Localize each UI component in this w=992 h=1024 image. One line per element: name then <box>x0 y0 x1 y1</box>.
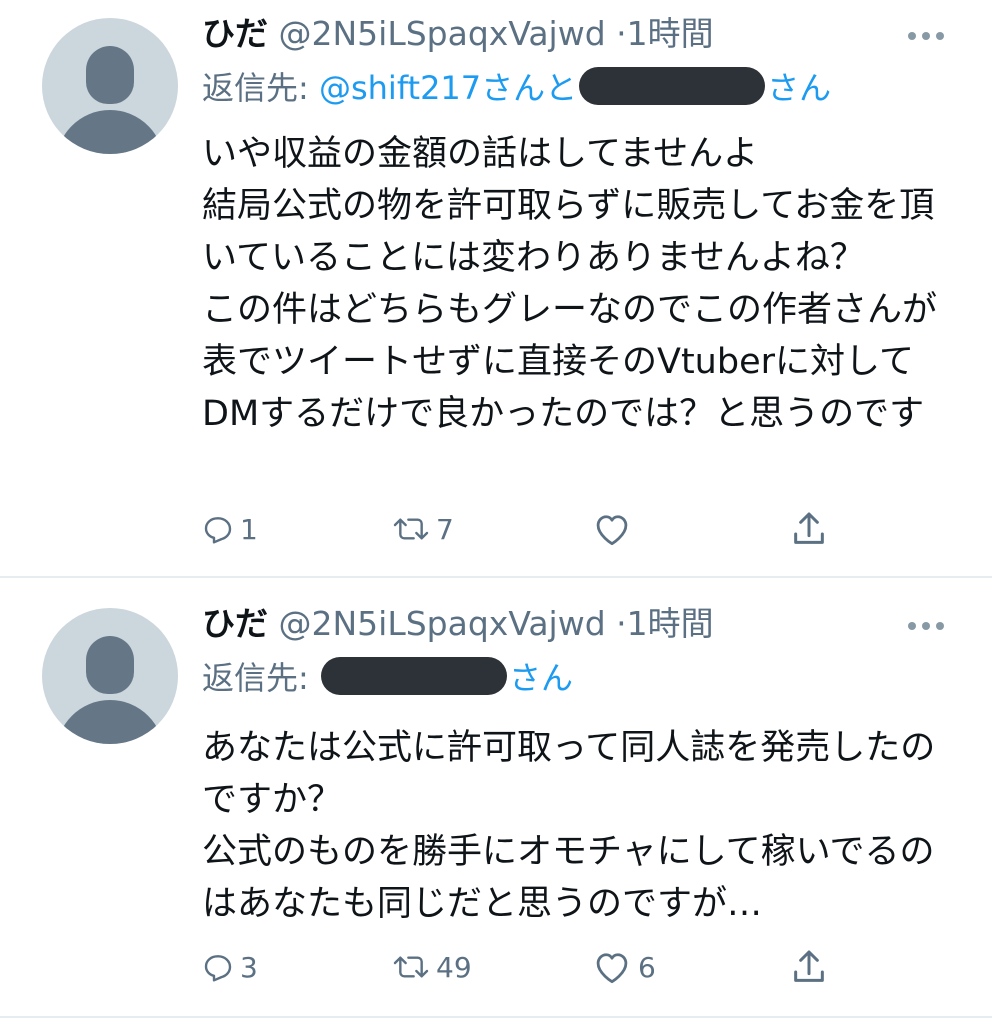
timestamp[interactable]: 1時間 <box>627 14 714 53</box>
retweet-count: 7 <box>436 512 454 546</box>
replying-to-label: 返信先: <box>202 659 309 697</box>
share-icon <box>794 950 824 982</box>
reply-button[interactable]: 1 <box>202 504 258 554</box>
share-icon <box>794 512 824 544</box>
author-name[interactable]: ひだ <box>202 604 268 643</box>
more-icon[interactable] <box>908 622 944 632</box>
reply-count: 3 <box>240 950 258 984</box>
replying-to: 返信先: @shift217さんと さん <box>202 66 831 110</box>
retweet-button[interactable]: 7 <box>392 504 454 554</box>
reply-mention-suffix[interactable]: さん <box>767 69 831 107</box>
reply-mention[interactable]: @shift217さんと <box>319 69 577 107</box>
tweet-actions: 1 7 <box>0 504 992 554</box>
reply-mention-suffix[interactable]: さん <box>509 659 573 697</box>
retweet-button[interactable]: 49 <box>392 942 472 992</box>
retweet-count: 49 <box>436 950 472 984</box>
avatar[interactable] <box>42 608 178 744</box>
replying-to-label: 返信先: <box>202 69 309 107</box>
avatar-head <box>86 46 134 104</box>
avatar-body <box>56 110 164 154</box>
redacted-username <box>579 67 766 105</box>
tweet-divider <box>0 1016 992 1018</box>
like-button[interactable]: 6 <box>592 942 656 992</box>
tweet[interactable]: ひだ @2N5iLSpaqxVajwd ·1時間 返信先: さん あなたは公式に… <box>0 578 992 1016</box>
reply-count: 1 <box>240 512 258 546</box>
redacted-username <box>320 657 507 695</box>
like-button[interactable] <box>592 504 638 554</box>
like-icon <box>596 515 628 546</box>
author-name[interactable]: ひだ <box>202 14 268 53</box>
timestamp[interactable]: 1時間 <box>627 604 714 643</box>
reply-button[interactable]: 3 <box>202 942 258 992</box>
share-button[interactable] <box>788 504 830 554</box>
tweet-text: あなたは公式に許可取って同人誌を発売したのですか？ 公式のものを勝手にオモチャに… <box>202 728 936 924</box>
separator-dot: · <box>616 604 627 643</box>
like-count: 6 <box>638 950 656 984</box>
avatar-body <box>56 700 164 744</box>
like-icon <box>596 953 628 984</box>
separator-dot: · <box>616 14 627 53</box>
author-handle[interactable]: @2N5iLSpaqxVajwd <box>279 604 606 643</box>
tweet-header: ひだ @2N5iLSpaqxVajwd ·1時間 <box>202 12 714 56</box>
tweet[interactable]: ひだ @2N5iLSpaqxVajwd ·1時間 返信先: @shift217さ… <box>0 0 992 576</box>
reply-icon <box>204 517 232 544</box>
more-icon[interactable] <box>908 32 944 42</box>
author-handle[interactable]: @2N5iLSpaqxVajwd <box>279 14 606 53</box>
tweet-actions: 3 49 6 <box>0 942 992 992</box>
reply-icon <box>204 955 232 982</box>
avatar-head <box>86 636 134 694</box>
replying-to: 返信先: さん <box>202 656 573 700</box>
retweet-icon <box>393 956 429 978</box>
share-button[interactable] <box>788 942 830 992</box>
retweet-icon <box>393 518 429 540</box>
tweet-header: ひだ @2N5iLSpaqxVajwd ·1時間 <box>202 602 714 646</box>
avatar[interactable] <box>42 18 178 154</box>
tweet-text: いや収益の金額の話はしてませんよ 結局公式の物を許可取らずに販売してお金を頂いて… <box>202 134 938 434</box>
